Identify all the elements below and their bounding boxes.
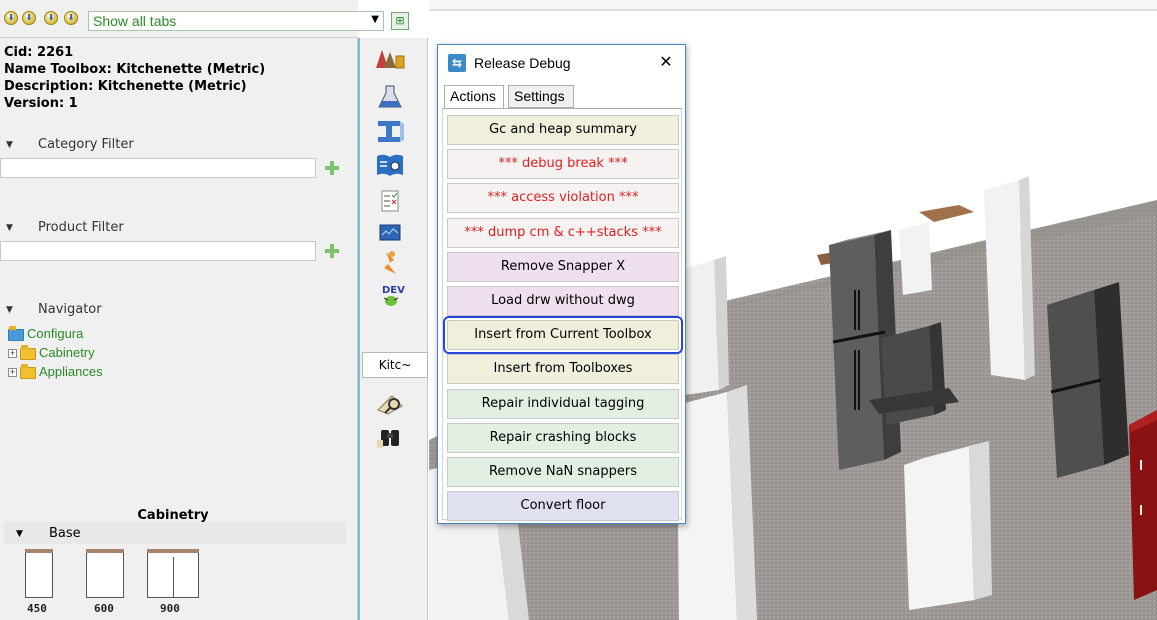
cabinet-450-thumbnail[interactable]: [25, 549, 53, 598]
tree-item-cabinetry[interactable]: + Cabinetry: [8, 344, 95, 361]
toolbox-panel: ⬇ ⬇ ⬇ ⬇ Cid: 2261 Name Toolbox: Kitchene…: [0, 0, 358, 620]
product-filter-input[interactable]: [0, 241, 316, 261]
action-button[interactable]: Repair crashing blocks: [447, 422, 679, 453]
white-block: [904, 441, 992, 610]
collapse-triangle-icon[interactable]: ▼: [6, 223, 13, 233]
tab-options-icon[interactable]: ⊞: [391, 12, 409, 30]
action-button[interactable]: Remove Snapper X: [447, 251, 679, 282]
folder-icon: [20, 363, 36, 379]
monitor-chart-icon[interactable]: [374, 220, 406, 246]
palette-icon[interactable]: [374, 46, 406, 72]
tree-item-configura[interactable]: Configura: [8, 325, 83, 342]
collapse-triangle-icon[interactable]: ▼: [6, 140, 13, 150]
dialog-titlebar[interactable]: ⇆ Release Debug ✕: [438, 45, 685, 83]
cabinet-900-thumbnail[interactable]: [147, 549, 199, 598]
tab-select[interactable]: Show all tabs ▼: [88, 11, 384, 31]
cabinet-label: 600: [94, 602, 114, 615]
chevron-down-icon[interactable]: ▼: [371, 14, 379, 25]
action-button[interactable]: Repair individual tagging: [447, 388, 679, 419]
runner-icon[interactable]: [374, 250, 406, 276]
dev-bug-icon[interactable]: DEV: [374, 282, 406, 308]
actions-panel: Gc and heap summary *** debug break *** **…: [442, 108, 683, 522]
tab-actions[interactable]: Actions: [444, 85, 504, 109]
category-filter-input[interactable]: [0, 158, 316, 178]
close-icon[interactable]: ✕: [655, 52, 677, 74]
action-button[interactable]: *** debug break ***: [447, 149, 679, 180]
toolbox-name-text: Name Toolbox: Kitchenette (Metric): [4, 62, 266, 77]
cabinetry-panel: Cabinetry ▼ Base 450 600 900: [0, 504, 346, 620]
red-refrigerator: [1129, 410, 1157, 600]
action-button[interactable]: Insert from Current Toolbox: [443, 316, 683, 355]
app-icon: ⇆: [448, 54, 466, 72]
book-search-icon[interactable]: [374, 152, 406, 178]
navigator-header[interactable]: ▼ Navigator: [0, 301, 342, 321]
navigator-tree: Configura + Cabinetry + Appliances: [0, 322, 342, 510]
collapse-triangle-icon[interactable]: ▼: [16, 529, 23, 539]
release-debug-dialog: ⇆ Release Debug ✕ Actions Settings Gc an…: [437, 44, 686, 524]
tree-item-appliances[interactable]: + Appliances: [8, 363, 103, 380]
toolbox-description-text: Description: Kitchenette (Metric): [4, 79, 247, 94]
action-button[interactable]: Convert floor: [447, 491, 679, 522]
white-block: [899, 222, 932, 295]
action-button[interactable]: Insert from Toolboxes: [447, 354, 679, 385]
arrow-down-circle-icon[interactable]: ⬇: [44, 11, 58, 25]
tab-kitchenette[interactable]: Kitc~: [362, 352, 428, 378]
plus-icon[interactable]: [325, 161, 339, 175]
expand-icon[interactable]: +: [8, 349, 17, 359]
action-button[interactable]: Load drw without dwg: [447, 286, 679, 316]
configura-icon: [8, 325, 24, 341]
toolbox-info: Cid: 2261 Name Toolbox: Kitchenette (Met…: [4, 44, 265, 112]
category-filter-header[interactable]: ▼ Category Filter: [0, 136, 342, 156]
arrow-down-circle-icon[interactable]: ⬇: [64, 11, 78, 25]
arrow-down-circle-icon[interactable]: ⬇: [4, 11, 18, 25]
binoculars-icon[interactable]: [374, 424, 406, 450]
cabinet-600-thumbnail[interactable]: [86, 549, 124, 598]
collapse-triangle-icon[interactable]: ▼: [6, 305, 13, 315]
expand-icon[interactable]: +: [8, 368, 17, 378]
vertical-toolbar: DEV Kitc~: [358, 38, 428, 620]
tab-settings[interactable]: Settings: [508, 85, 574, 108]
dialog-title: Release Debug: [474, 55, 571, 71]
cabinetry-title: Cabinetry: [137, 508, 209, 523]
arrow-down-circle-icon[interactable]: ⬇: [22, 11, 36, 25]
action-button[interactable]: *** dump cm & c++stacks ***: [447, 217, 679, 248]
cabinet-label: 450: [27, 602, 47, 615]
white-block: [677, 385, 757, 620]
version-text: Version: 1: [4, 96, 78, 111]
action-button[interactable]: Remove NaN snappers: [447, 457, 679, 487]
cid-text: Cid: 2261: [4, 45, 74, 60]
folder-icon: [20, 344, 36, 360]
action-button[interactable]: Gc and heap summary: [447, 115, 679, 145]
white-block: [681, 256, 729, 395]
refrigerator: [1047, 282, 1129, 478]
checklist-icon[interactable]: [374, 188, 406, 214]
flask-icon[interactable]: [374, 84, 406, 110]
magnifier-icon[interactable]: [374, 390, 406, 416]
product-filter-header[interactable]: ▼ Product Filter: [0, 219, 342, 239]
white-block: [984, 176, 1035, 380]
base-group-header[interactable]: ▼ Base: [4, 522, 346, 544]
beam-icon[interactable]: [374, 118, 406, 144]
cabinet-label: 900: [160, 602, 180, 615]
action-button[interactable]: *** access violation ***: [447, 183, 679, 214]
svg-text:DEV: DEV: [382, 285, 405, 296]
plus-icon[interactable]: [325, 244, 339, 258]
